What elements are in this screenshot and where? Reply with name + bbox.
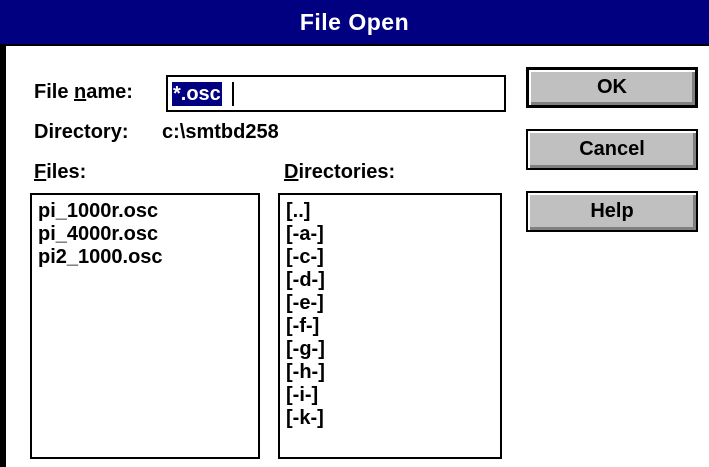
window-title: File Open <box>299 9 410 35</box>
directory-item[interactable]: [-a-] <box>280 223 500 246</box>
directory-item[interactable]: [-c-] <box>280 246 500 269</box>
directory-item[interactable]: [-f-] <box>280 315 500 338</box>
ok-button[interactable]: OK <box>526 67 698 108</box>
files-listbox[interactable]: pi_1000r.osc pi_4000r.osc pi2_1000.osc <box>30 193 260 459</box>
directory-path: c:\smtbd258 <box>162 121 279 143</box>
directory-label: Directory: <box>34 121 129 143</box>
directory-item[interactable]: [-h-] <box>280 361 500 384</box>
directory-item[interactable]: [..] <box>280 200 500 223</box>
file-name-label: File name: <box>34 81 133 103</box>
directory-item[interactable]: [-e-] <box>280 292 500 315</box>
directory-item[interactable]: [-d-] <box>280 269 500 292</box>
window-left-border <box>0 46 6 467</box>
text-caret <box>232 82 234 106</box>
title-bar[interactable]: File Open <box>0 0 709 46</box>
directory-item[interactable]: [-i-] <box>280 384 500 407</box>
directories-listbox[interactable]: [..] [-a-] [-c-] [-d-] [-e-] [-f-] [-g-]… <box>278 193 502 459</box>
directories-label: Directories: <box>284 161 396 183</box>
file-item[interactable]: pi_4000r.osc <box>32 223 258 246</box>
file-name-input[interactable]: *.osc <box>166 75 506 112</box>
file-name-value: *.osc <box>172 82 222 106</box>
help-button[interactable]: Help <box>526 191 698 232</box>
directory-item[interactable]: [-g-] <box>280 338 500 361</box>
files-label: Files: <box>34 161 87 183</box>
file-item[interactable]: pi_1000r.osc <box>32 200 258 223</box>
directory-item[interactable]: [-k-] <box>280 407 500 430</box>
file-item[interactable]: pi2_1000.osc <box>32 246 258 269</box>
cancel-button[interactable]: Cancel <box>526 129 698 170</box>
